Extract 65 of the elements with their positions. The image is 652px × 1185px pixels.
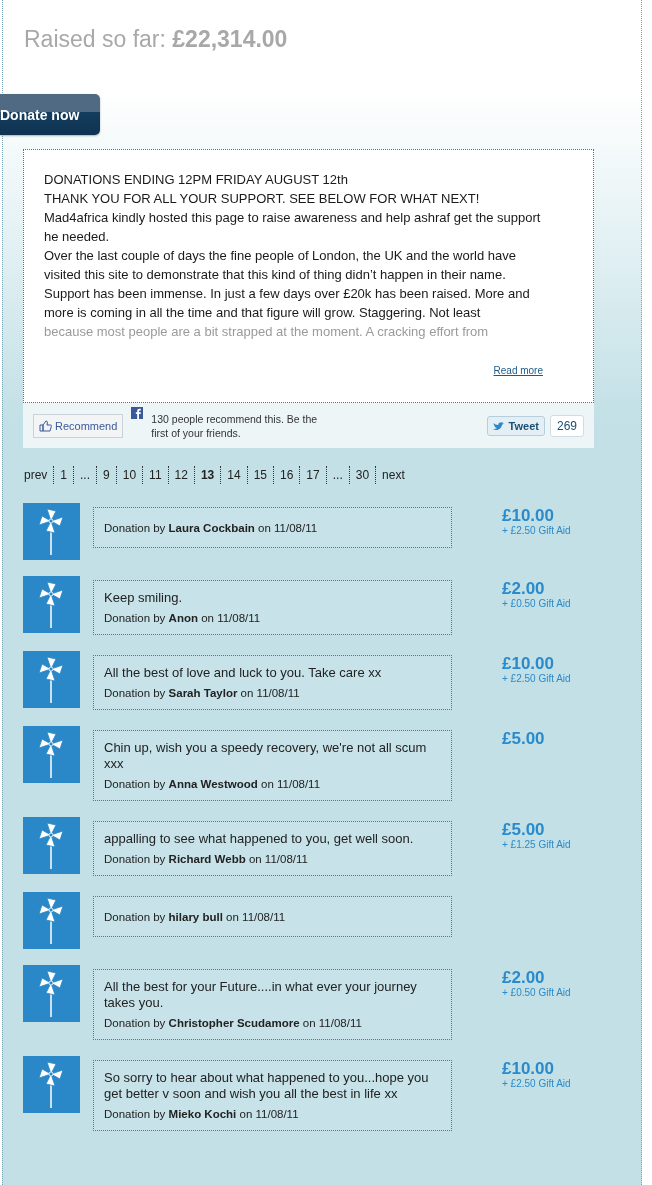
donation-message: All the best of love and luck to you. Take care xx — [104, 665, 383, 681]
donation-byline: Donation by Richard Webb on 11/08/11 — [104, 852, 309, 867]
donation-message: appalling to see what happened to you, get well soon. — [104, 831, 415, 847]
pinwheel-avatar — [23, 965, 80, 1022]
page-link[interactable]: next — [375, 466, 411, 484]
page-link[interactable]: 12 — [167, 466, 194, 484]
page-link[interactable]: 16 — [273, 466, 300, 484]
pinwheel-avatar — [23, 892, 80, 949]
pinwheel-avatar — [23, 1056, 80, 1113]
page-link[interactable]: 1 — [53, 466, 74, 484]
pinwheel-avatar — [23, 576, 80, 633]
story-text: because most people are a bit strapped at the moment. A cracking effort from — [44, 323, 490, 341]
donation-amount: £10.00 — [502, 507, 555, 525]
page-link[interactable]: 11 — [142, 466, 168, 484]
recommend-button[interactable]: Recommend — [33, 413, 124, 438]
page-link[interactable]: 15 — [246, 466, 273, 484]
gift-aid-amount: + £2.50 Gift Aid — [502, 1078, 571, 1089]
donation-amount: £10.00 — [502, 655, 555, 673]
donation-byline: Donation by Laura Cockbain on 11/08/11 — [104, 521, 319, 536]
page-link[interactable]: 30 — [348, 466, 376, 484]
tweet-button[interactable]: Tweet — [486, 415, 545, 436]
donation-byline: Donation by Anna Westwood on 11/08/11 — [104, 777, 322, 792]
donation-message: All the best for your Future....in what ever your journey takes you. — [104, 979, 418, 1011]
story-text: THANK YOU FOR ALL YOUR SUPPORT. SEE BELOW FOR WHAT NEXT! — [44, 190, 481, 208]
page-link[interactable]: ... — [325, 466, 349, 484]
donation-amount: £2.00 — [502, 969, 546, 987]
gift-aid-amount: + £2.50 Gift Aid — [502, 525, 571, 536]
gift-aid-amount: + £1.25 Gift Aid — [502, 839, 571, 850]
story-text: DONATIONS ENDING 12PM FRIDAY AUGUST 12th — [44, 171, 349, 189]
page-link[interactable]: 14 — [220, 466, 247, 484]
donation-message: Chin up, wish you a speedy recovery, we're not all scum xxx — [104, 740, 428, 772]
gift-aid-amount: + £0.50 Gift Aid — [502, 598, 571, 609]
donation-amount: £10.00 — [502, 1060, 555, 1078]
donate-button[interactable]: Donate now — [0, 94, 100, 135]
donation-amount: £5.00 — [502, 730, 545, 748]
facebook-icon — [131, 407, 144, 419]
pinwheel-avatar — [23, 651, 80, 708]
page-link[interactable]: prev — [24, 466, 54, 484]
pinwheel-avatar — [23, 726, 80, 783]
pinwheel-avatar — [23, 503, 80, 560]
donation-byline: Donation by Anon on 11/08/11 — [104, 611, 262, 626]
donation-amount: £5.00 — [502, 821, 546, 839]
read-more-link[interactable]: Read more — [493, 361, 543, 380]
donation-byline: Donation by Sarah Taylor on 11/08/11 — [104, 686, 301, 701]
recommend-count-text: 130 people recommend this. Be the first of your friends. — [151, 411, 319, 440]
donation-amount: £2.00 — [502, 580, 546, 598]
tweet-count: 269 — [549, 414, 584, 437]
raised-so-far: Raised so far: £22,314.00 — [23, 25, 289, 54]
donation-byline: Donation by hilary bull on 11/08/11 — [104, 910, 287, 925]
gift-aid-amount: + £2.50 Gift Aid — [502, 673, 571, 684]
donation-byline: Donation by Christopher Scudamore on 11/08/11 — [104, 1016, 363, 1031]
gift-aid-amount: + £0.50 Gift Aid — [502, 987, 571, 998]
donation-message: So sorry to hear about what happened to you...hope you get better v soon and wish you all the best in life xx — [104, 1070, 430, 1102]
donation-byline: Donation by Mieko Kochi on 11/08/11 — [104, 1107, 300, 1122]
donation-message: Keep smiling. — [104, 590, 184, 606]
page-link[interactable]: 9 — [96, 466, 116, 484]
page-link[interactable]: ... — [73, 466, 97, 484]
page-link[interactable]: 17 — [299, 466, 326, 484]
pinwheel-avatar — [23, 817, 80, 874]
bird-icon — [492, 420, 506, 431]
thumbs-up-icon — [39, 419, 52, 432]
page-link[interactable]: 13 — [193, 466, 221, 484]
story-text: Mad4africa kindly hosted this page to raise awareness and help ashraf get the support he needed. — [44, 209, 542, 246]
story-text: Over the last couple of days the fine people of London, the UK and the world have visited this site to demonstrate that this kind of thing didn’t happen in their name. Support has been immense. In just a few days over £20k has been raised. More and more is coming in all the time and that figure will grow. Staggering. Not least — [44, 247, 531, 322]
page-link[interactable]: 10 — [115, 466, 143, 484]
